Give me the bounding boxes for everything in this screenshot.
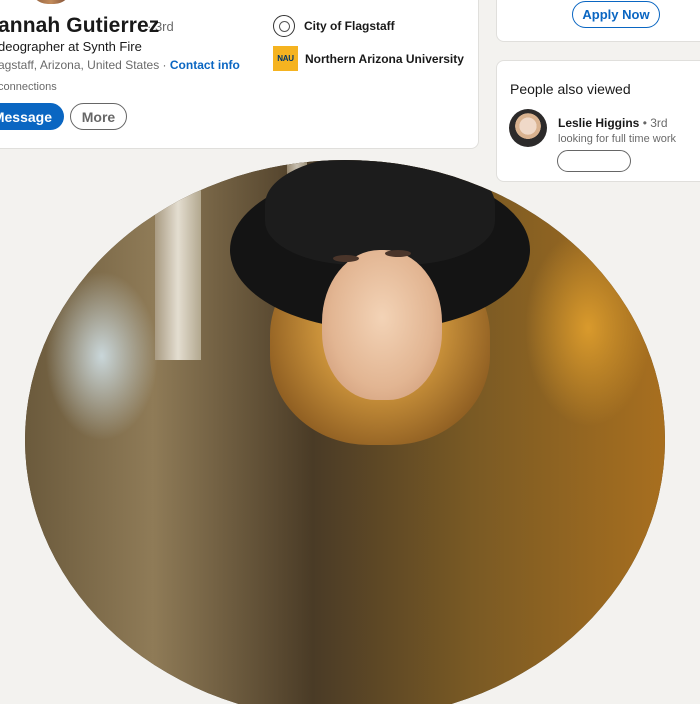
org-northern-arizona-university[interactable]: NAU Northern Arizona University: [273, 46, 464, 71]
profile-headline: deographer at Synth Fire: [0, 39, 142, 54]
profile-name: annah Gutierrez: [0, 14, 160, 37]
face: [322, 250, 442, 400]
profile-photo[interactable]: [25, 160, 665, 704]
person-degree: 3rd: [650, 116, 668, 130]
connections-count[interactable]: connections: [0, 81, 57, 93]
contact-info-link[interactable]: Contact info: [170, 58, 240, 72]
apply-now-button[interactable]: Apply Now: [572, 1, 660, 28]
city-seal-icon: [273, 15, 295, 37]
more-button[interactable]: More: [70, 103, 127, 130]
connection-degree: · 3rd: [147, 19, 174, 34]
person-name[interactable]: Leslie Higgins: [558, 116, 639, 130]
person-avatar[interactable]: [509, 109, 547, 147]
person-name-row[interactable]: Leslie Higgins • 3rd: [558, 116, 668, 130]
nau-logo-icon: NAU: [273, 46, 298, 71]
org-name: Northern Arizona University: [305, 51, 464, 66]
profile-location: agstaff, Arizona, United States · Contac…: [0, 58, 240, 72]
org-city-of-flagstaff[interactable]: City of Flagstaff: [273, 15, 395, 37]
eye: [333, 255, 359, 262]
person-headline: looking for full time work: [558, 133, 676, 145]
people-also-viewed-title: People also viewed: [510, 81, 631, 97]
message-button[interactable]: Message: [0, 103, 64, 130]
tree-trunk: [155, 160, 201, 360]
eye: [385, 250, 411, 257]
org-name: City of Flagstaff: [304, 19, 395, 33]
location-text: agstaff, Arizona, United States ·: [0, 58, 167, 72]
